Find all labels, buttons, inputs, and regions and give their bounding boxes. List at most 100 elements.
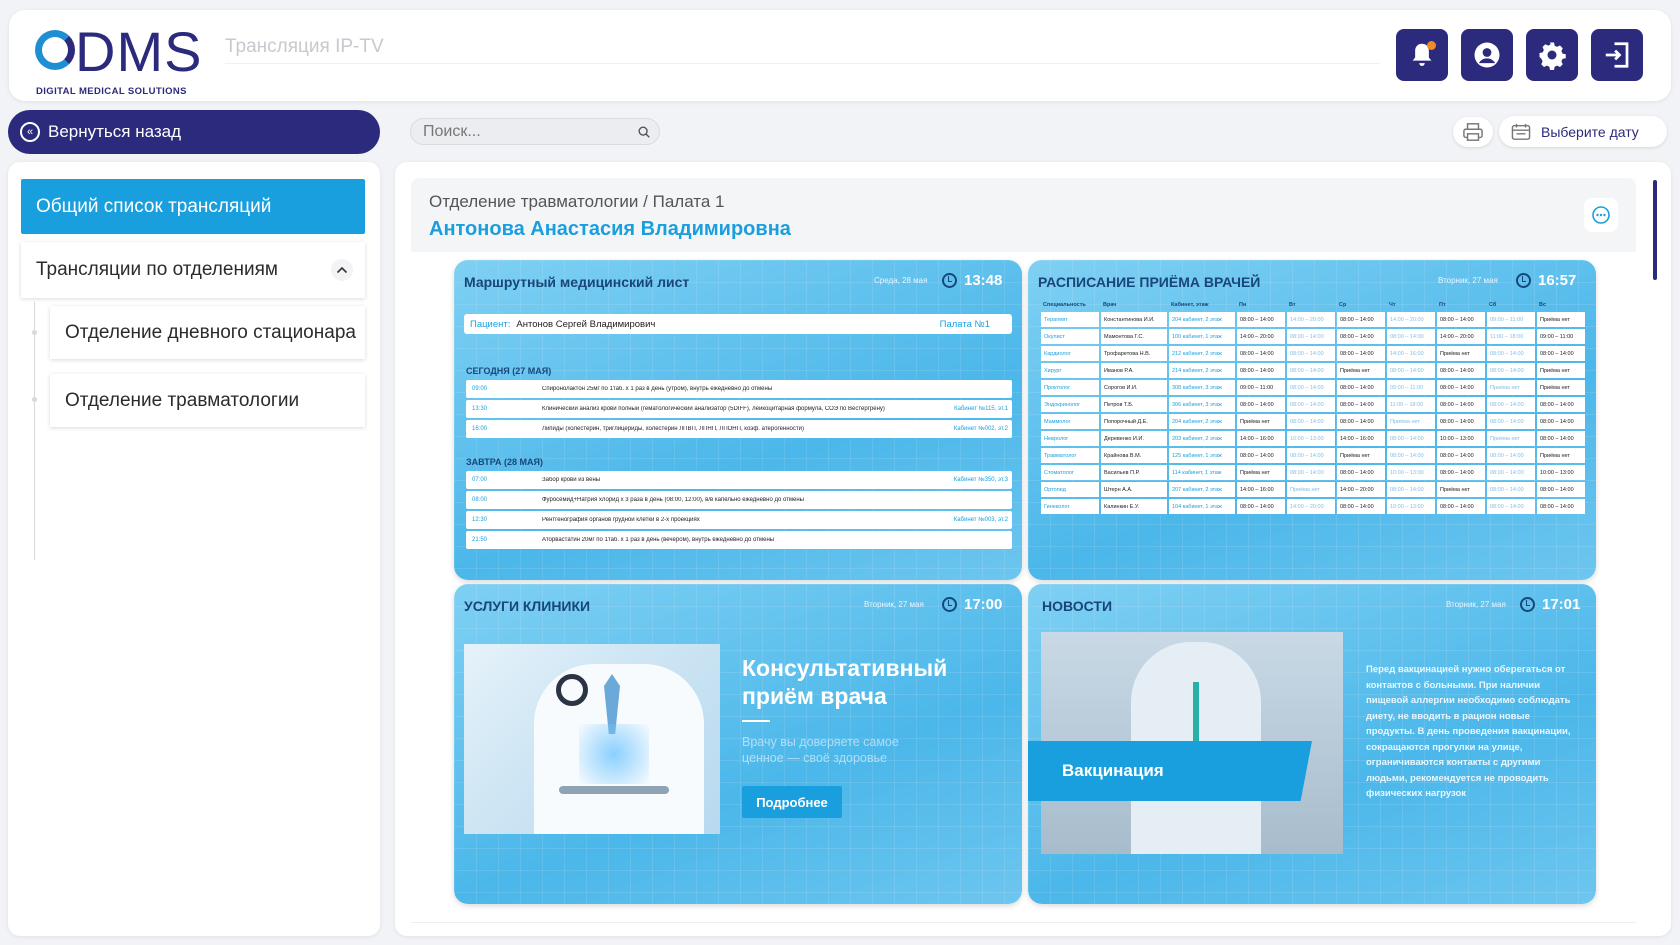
table-row: Травматолог Крайнова В.М. 125 кабинет, 1 э… xyxy=(1040,447,1586,464)
clock-icon xyxy=(942,273,957,288)
table-cell: 08:00 – 14:00 xyxy=(1386,328,1436,345)
table-cell: Приёма нет xyxy=(1336,362,1386,379)
table-cell: 203 кабинет, 2 этаж xyxy=(1168,430,1236,447)
table-cell: 08:00 – 14:00 xyxy=(1236,345,1286,362)
table-cell: Васильев П.Р. xyxy=(1100,464,1168,481)
date-picker-button[interactable]: Выберите дату xyxy=(1499,116,1667,147)
table-cell: 08:00 – 14:00 xyxy=(1336,498,1386,515)
table-cell: 11:00 – 18:00 xyxy=(1486,328,1536,345)
item-time: 13:30 xyxy=(472,406,488,412)
table-cell: Калинкин Е.У. xyxy=(1100,498,1168,515)
table-cell: 08:00 – 14:00 xyxy=(1486,464,1536,481)
content-header: Отделение травматологии / Палата 1 Антон… xyxy=(411,178,1636,252)
chevron-up-icon[interactable] xyxy=(331,259,353,281)
service-headline: Консультативный приём врача xyxy=(742,655,948,709)
back-button-label: Вернуться назад xyxy=(48,122,182,141)
list-item: 13:30 Клинический анализ крови полный (ге… xyxy=(466,400,1012,418)
app-title: Трансляция IP-TV xyxy=(225,36,384,57)
table-cell: 14:00 – 16:00 xyxy=(1386,345,1436,362)
gear-icon xyxy=(1539,42,1566,70)
table-cell: 08:00 – 14:00 xyxy=(1236,362,1286,379)
table-cell: 08:00 – 14:00 xyxy=(1336,345,1386,362)
table-cell: 11:00 – 18:00 xyxy=(1386,396,1436,413)
sidebar: Общий список трансляций Трансляции по от… xyxy=(8,162,380,936)
logout-button[interactable] xyxy=(1591,29,1643,81)
route-sheet-panel[interactable]: Маршрутный медицинский лист Среда, 28 ма… xyxy=(454,260,1022,580)
table-cell: 14:00 – 20:00 xyxy=(1286,498,1336,515)
table-cell: 10:00 – 13:00 xyxy=(1386,464,1436,481)
sidebar-item-traumatology[interactable]: Отделение травматологии xyxy=(50,374,365,427)
more-options-button[interactable] xyxy=(1584,198,1618,232)
list-item: 08:00 Фуросемид+Натрия хлорид х 3 раза в … xyxy=(466,491,1012,509)
table-cell: Петров Т.Б. xyxy=(1100,396,1168,413)
table-cell: 14:00 – 20:00 xyxy=(1386,311,1436,328)
table-cell: 08:00 – 14:00 xyxy=(1336,311,1386,328)
item-desc: Липиды (холестерин, триглицериды, холест… xyxy=(542,426,804,432)
clock-icon xyxy=(942,597,957,612)
panel-date: Вторник, 27 мая xyxy=(1438,276,1498,285)
table-cell: Приёма нет xyxy=(1486,379,1536,396)
table-cell: Травматолог xyxy=(1040,447,1100,464)
table-cell: 08:00 – 14:00 xyxy=(1286,379,1336,396)
print-button[interactable] xyxy=(1453,117,1493,147)
tomorrow-header: ЗАВТРА (28 МАЯ) xyxy=(466,457,543,467)
top-header: DMS DIGITAL MEDICAL SOLUTIONS Трансляция… xyxy=(9,10,1671,101)
logo[interactable]: DMS DIGITAL MEDICAL SOLUTIONS xyxy=(27,20,207,97)
logo-text: DMS xyxy=(75,20,203,83)
table-cell: 14:00 – 20:00 xyxy=(1286,311,1336,328)
table-cell: Приёма нет xyxy=(1536,362,1586,379)
search-input[interactable] xyxy=(423,122,623,141)
news-panel[interactable]: НОВОСТИ Вторник, 27 мая 17:01 Вакцинация… xyxy=(1028,584,1596,904)
news-text: Перед вакцинацией нужно оберегаться от к… xyxy=(1366,664,1571,799)
services-panel[interactable]: УСЛУГИ КЛИНИКИ Вторник, 27 мая 17:00 Кон… xyxy=(454,584,1022,904)
table-cell: 08:00 – 14:00 xyxy=(1286,396,1336,413)
item-desc: Фуросемид+Натрия хлорид х 3 раза в день … xyxy=(542,497,804,503)
profile-button[interactable] xyxy=(1461,29,1513,81)
list-item: 21:50 Аторвастатин 20мг по 1таб. х 1 раз … xyxy=(466,531,1012,549)
table-cell: 08:00 – 14:00 xyxy=(1436,498,1486,515)
back-button[interactable]: « Вернуться назад xyxy=(8,110,380,154)
item-time: 21:50 xyxy=(472,537,488,543)
settings-button[interactable] xyxy=(1526,29,1578,81)
table-cell: 08:00 – 14:00 xyxy=(1336,396,1386,413)
schedule-table: Специальность Врач Кабинет, этаж Пн Вт Ср Чт Пт… xyxy=(1039,300,1587,516)
date-picker-label: Выберите дату xyxy=(1541,123,1639,140)
table-cell: Кардиолог xyxy=(1040,345,1100,362)
table-cell: 08:00 – 14:00 xyxy=(1486,447,1536,464)
table-cell: 08:00 – 14:00 xyxy=(1286,464,1336,481)
table-cell: Приёма нет xyxy=(1536,447,1586,464)
panel-date: Вторник, 27 мая xyxy=(1446,600,1506,609)
magnifier-icon xyxy=(556,674,588,706)
table-cell: Стоматолог xyxy=(1040,464,1100,481)
table-cell: 14:00 – 16:00 xyxy=(1236,430,1286,447)
search-icon[interactable] xyxy=(637,125,651,139)
table-cell: 08:00 – 14:00 xyxy=(1336,464,1386,481)
sidebar-item-all-broadcasts[interactable]: Общий список трансляций xyxy=(21,179,365,234)
table-cell: Мамонтова Г.С. xyxy=(1100,328,1168,345)
table-header-cell: Кабинет, этаж xyxy=(1171,302,1209,308)
table-cell: 10:00 – 13:00 xyxy=(1286,430,1336,447)
table-cell: Приёма нет xyxy=(1486,430,1536,447)
patient-name: Антонова Анастасия Владимировна xyxy=(429,218,791,240)
scrollbar[interactable] xyxy=(1653,180,1657,280)
notifications-button[interactable] xyxy=(1396,29,1448,81)
more-details-button[interactable]: Подробнее xyxy=(742,786,842,818)
table-cell: 08:00 – 14:00 xyxy=(1386,447,1436,464)
logo-mark xyxy=(35,30,75,70)
sidebar-group-departments[interactable]: Трансляции по отделениям xyxy=(21,242,365,298)
table-cell: 08:00 – 14:00 xyxy=(1286,413,1336,430)
item-desc: Клинический анализ крови полный (гематол… xyxy=(542,406,885,412)
sidebar-item-day-hospital[interactable]: Отделение дневного стационара xyxy=(50,306,365,359)
table-cell: 08:00 – 14:00 xyxy=(1486,345,1536,362)
panel-title: НОВОСТИ xyxy=(1042,598,1113,614)
table-cell: 08:00 – 14:00 xyxy=(1436,413,1486,430)
table-cell: 08:00 – 14:00 xyxy=(1536,430,1586,447)
table-header-cell: Пт xyxy=(1439,302,1446,308)
table-cell: Приёма нет xyxy=(1436,345,1486,362)
table-header-cell: Вс xyxy=(1539,302,1547,308)
list-item: 09:00 Спиронолактон 25мг по 1таб. х 1 раз… xyxy=(466,380,1012,398)
table-cell: Эндокринолог xyxy=(1040,396,1100,413)
table-cell: Приёма нет xyxy=(1536,379,1586,396)
schedule-panel[interactable]: РАСПИСАНИЕ ПРИЁМА ВРАЧЕЙ Вторник, 27 мая… xyxy=(1028,260,1596,580)
table-cell: Невролог xyxy=(1040,430,1100,447)
